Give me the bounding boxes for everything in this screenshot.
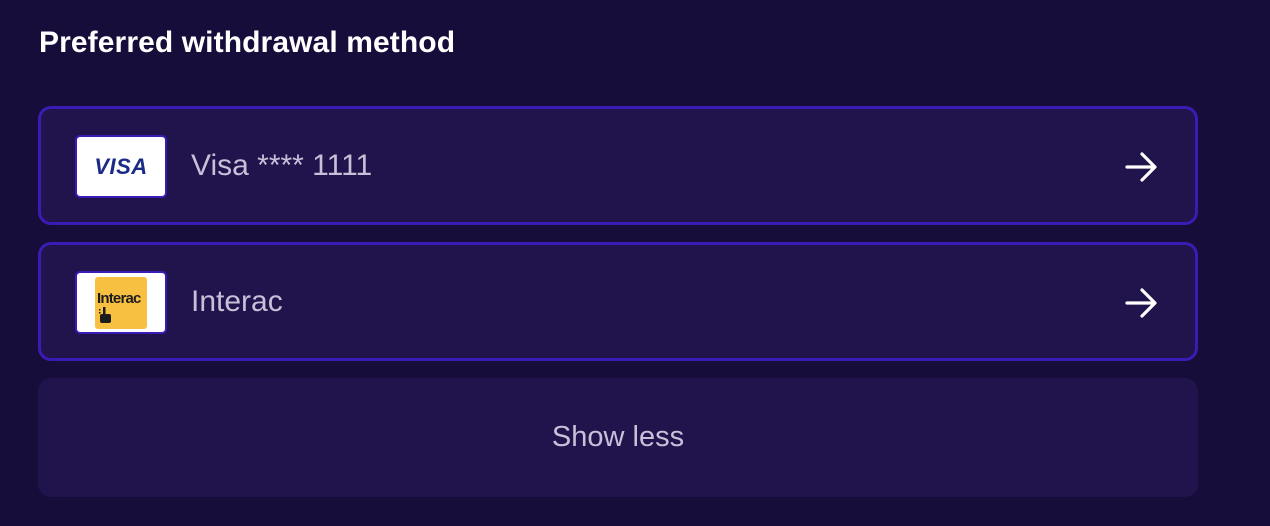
section-title: Preferred withdrawal method — [39, 26, 456, 59]
arrow-right-icon — [1125, 152, 1157, 182]
hand-icon — [99, 306, 111, 323]
interac-logo-icon: Interac — [75, 271, 167, 334]
visa-logo-text: VISA — [94, 153, 148, 179]
interac-logo-text: Interac — [97, 289, 141, 307]
method-label-interac: Interac — [191, 285, 283, 318]
show-less-button[interactable]: Show less — [38, 378, 1198, 497]
withdrawal-method-visa[interactable]: VISA Visa **** 1111 — [38, 106, 1198, 225]
visa-logo-icon: VISA — [75, 135, 167, 198]
withdrawal-method-interac[interactable]: Interac Interac — [38, 242, 1198, 361]
method-label-visa: Visa **** 1111 — [191, 149, 373, 182]
arrow-right-icon — [1125, 288, 1157, 318]
